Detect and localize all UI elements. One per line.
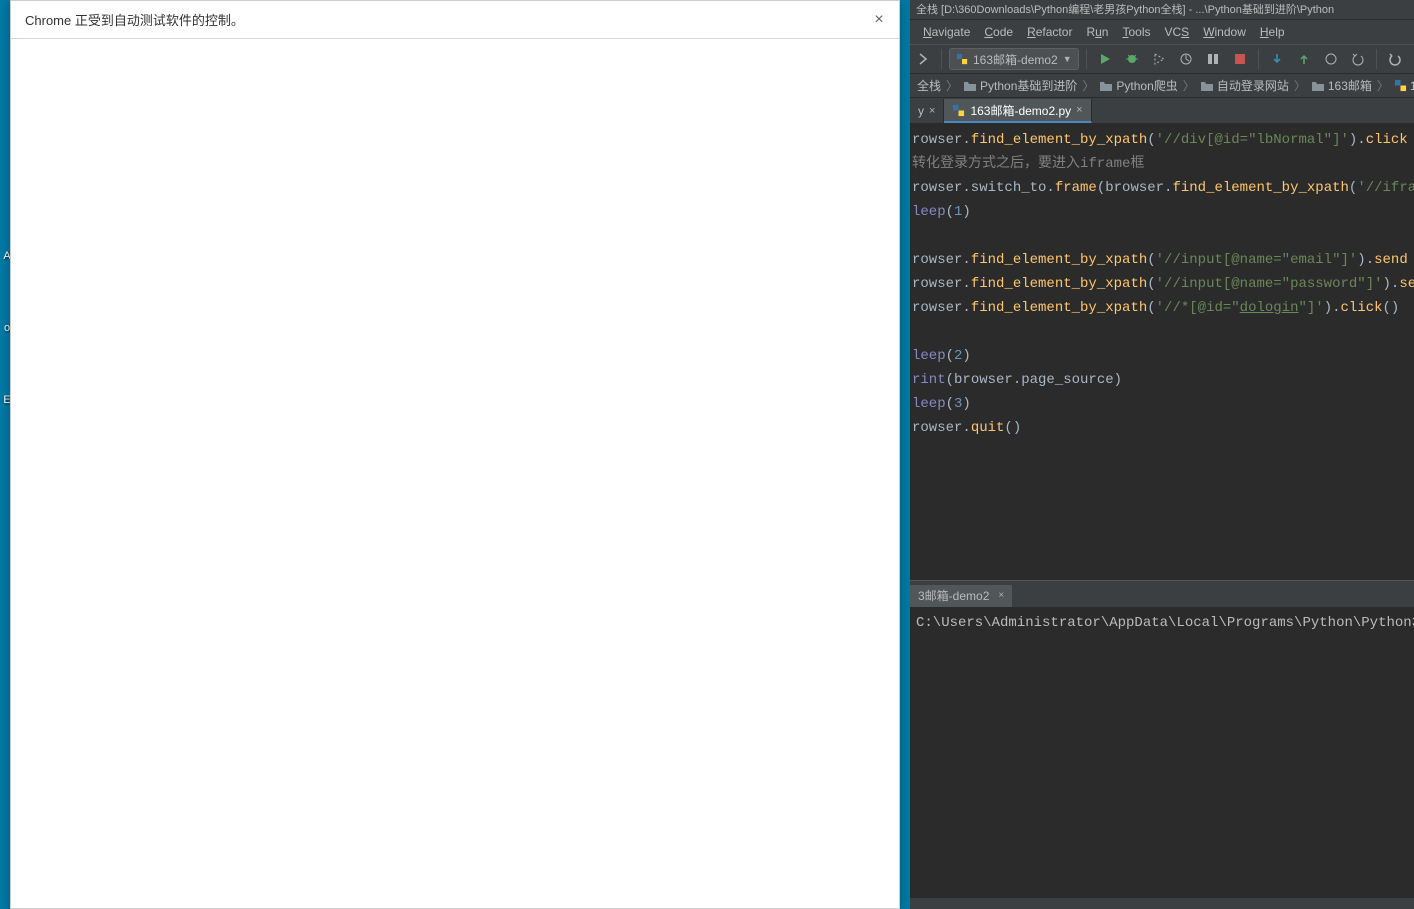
window-title: 全栈 [D:\360Downloads\Python编程\老男孩Python全栈…: [910, 0, 1414, 20]
separator: [941, 49, 942, 69]
run-tab[interactable]: 3邮箱-demo2 ×: [910, 585, 1012, 607]
tab-label: 163邮箱-demo2.py: [970, 102, 1071, 119]
menu-help[interactable]: Help: [1253, 25, 1292, 39]
nav-forward-icon[interactable]: [912, 48, 934, 70]
breadcrumb-label: Python基础到进阶: [980, 77, 1077, 94]
vcs-history-icon[interactable]: [1320, 48, 1342, 70]
menu-bar: Navigate Code Refactor Run Tools VCS Win…: [910, 20, 1414, 44]
breadcrumb-item[interactable]: 全栈: [914, 77, 944, 94]
run-tab-label: 3邮箱-demo2: [918, 587, 989, 604]
chevron-right-icon: 〉: [1377, 77, 1389, 94]
chevron-down-icon: ▼: [1063, 54, 1072, 64]
folder-icon: [963, 80, 977, 92]
separator: [1258, 49, 1259, 69]
menu-refactor[interactable]: Refactor: [1020, 25, 1079, 39]
toolbar: 163邮箱-demo2 ▼: [910, 44, 1414, 74]
code-editor[interactable]: rowser.find_element_by_xpath('//div[@id=…: [910, 124, 1414, 580]
breadcrumb-item[interactable]: Python基础到进阶: [960, 77, 1080, 94]
folder-icon: [1099, 80, 1113, 92]
profile-icon[interactable]: [1175, 48, 1197, 70]
python-icon: [956, 53, 968, 65]
vcs-commit-icon[interactable]: [1293, 48, 1315, 70]
close-icon[interactable]: ×: [929, 105, 935, 117]
breadcrumb-label: 16: [1410, 79, 1414, 93]
run-tool-window: 3邮箱-demo2 × C:\Users\Administrator\AppDa…: [910, 584, 1414, 898]
folder-icon: [1200, 80, 1214, 92]
coverage-icon[interactable]: [1148, 48, 1170, 70]
breadcrumb-item[interactable]: Python爬虫: [1096, 77, 1180, 94]
close-icon[interactable]: ×: [1076, 104, 1082, 116]
menu-window[interactable]: Window: [1196, 25, 1253, 39]
python-file-icon: [1394, 79, 1407, 92]
run-config-selector[interactable]: 163邮箱-demo2 ▼: [949, 48, 1079, 70]
breadcrumb-item[interactable]: 16: [1391, 79, 1414, 93]
python-file-icon: [952, 104, 965, 117]
chevron-right-icon: 〉: [1082, 77, 1094, 94]
console-line: C:\Users\Administrator\AppData\Local\Pro…: [916, 612, 1408, 634]
menu-run[interactable]: Run: [1079, 25, 1115, 39]
breadcrumb-label: 自动登录网站: [1217, 77, 1289, 94]
debug-icon[interactable]: [1121, 48, 1143, 70]
undo-icon[interactable]: [1384, 48, 1406, 70]
chrome-window: Chrome 正受到自动测试软件的控制。 ×: [10, 0, 900, 909]
pycharm-window: 全栈 [D:\360Downloads\Python编程\老男孩Python全栈…: [910, 0, 1414, 909]
breadcrumb-item[interactable]: 自动登录网站: [1197, 77, 1292, 94]
editor-tab[interactable]: y ×: [910, 99, 944, 123]
concurrency-icon[interactable]: [1202, 48, 1224, 70]
breadcrumb-label: 全栈: [917, 77, 941, 94]
infobar-text: Chrome 正受到自动测试软件的控制。: [25, 10, 244, 29]
chevron-right-icon: 〉: [946, 77, 958, 94]
chevron-right-icon: 〉: [1183, 77, 1195, 94]
menu-vcs[interactable]: VCS: [1158, 25, 1197, 39]
menu-tools[interactable]: Tools: [1115, 25, 1157, 39]
tab-label: y: [918, 104, 924, 118]
breadcrumb-item[interactable]: 163邮箱: [1308, 77, 1375, 94]
folder-icon: [1311, 80, 1325, 92]
stop-icon[interactable]: [1229, 48, 1251, 70]
console-output[interactable]: C:\Users\Administrator\AppData\Local\Pro…: [910, 608, 1414, 898]
close-icon[interactable]: ×: [871, 12, 887, 28]
breadcrumb-bar: 全栈 〉 Python基础到进阶 〉 Python爬虫 〉 自动登录网站 〉 1…: [910, 74, 1414, 98]
separator: [1376, 49, 1377, 69]
run-tab-bar: 3邮箱-demo2 ×: [910, 584, 1414, 608]
editor-tabs: y × 163邮箱-demo2.py ×: [910, 98, 1414, 124]
vcs-rollback-icon[interactable]: [1347, 48, 1369, 70]
run-icon[interactable]: [1094, 48, 1116, 70]
menu-code[interactable]: Code: [977, 25, 1020, 39]
run-config-label: 163邮箱-demo2: [973, 51, 1058, 68]
breadcrumb-label: 163邮箱: [1328, 77, 1372, 94]
breadcrumb-label: Python爬虫: [1116, 77, 1177, 94]
chevron-right-icon: 〉: [1294, 77, 1306, 94]
chrome-viewport[interactable]: [11, 39, 899, 908]
separator: [1086, 49, 1087, 69]
editor-tab[interactable]: 163邮箱-demo2.py ×: [944, 99, 1091, 123]
vcs-update-icon[interactable]: [1266, 48, 1288, 70]
menu-navigate[interactable]: Navigate: [916, 25, 977, 39]
close-icon[interactable]: ×: [998, 590, 1004, 601]
automation-infobar: Chrome 正受到自动测试软件的控制。 ×: [11, 1, 899, 39]
